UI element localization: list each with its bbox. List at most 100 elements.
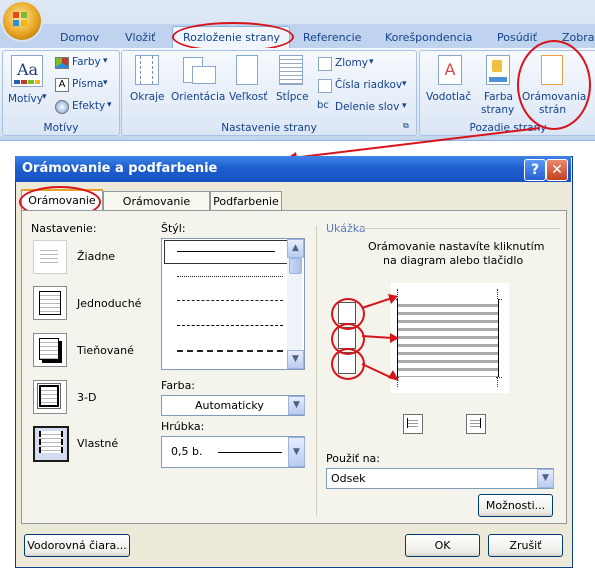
watermark-button[interactable]: Vodotlač [426, 91, 471, 103]
tab-vlozit[interactable]: Vložiť [125, 28, 155, 48]
office-logo-icon [13, 12, 27, 26]
tab-referencie[interactable]: Referencie [303, 28, 361, 48]
group-themes-label: Motívy [43, 122, 79, 134]
tab-podfarbenie-label: Podfarbenie [213, 195, 279, 208]
page-color-button-line2[interactable]: strany [481, 104, 514, 116]
options-button-label: Možnosti... [485, 499, 546, 512]
close-button[interactable]: ✕ [546, 159, 568, 181]
close-icon: ✕ [551, 162, 563, 178]
style-label: Štýl: [161, 222, 186, 235]
annotation-arrows-preview [361, 294, 399, 381]
setting-3d-icon[interactable] [33, 380, 67, 414]
setting-none-icon[interactable] [33, 240, 67, 274]
line-numbers-button[interactable]: Čísla riadkov [335, 79, 402, 91]
ok-button-label: OK [434, 539, 451, 552]
setting-3d-label[interactable]: 3-D [77, 391, 96, 404]
tab-oramovanie-strany[interactable]: Orámovanie strany [103, 191, 210, 227]
color-dropdown-icon[interactable]: ▼ [288, 396, 305, 415]
preview-right-border-button[interactable] [466, 414, 486, 434]
tab-domov[interactable]: Domov [60, 28, 99, 48]
help-button[interactable]: ? [524, 159, 546, 181]
preview-label: Ukážka [326, 222, 366, 235]
width-dropdown-icon[interactable]: ▼ [288, 437, 305, 467]
cancel-button-label: Zrušiť [509, 539, 542, 552]
themes-dropdown-icon: ▾ [42, 92, 47, 102]
horizontal-line-button[interactable]: Vodorovná čiara... [24, 534, 130, 557]
setting-custom-label[interactable]: Vlastné [77, 437, 118, 450]
style-item-dash-dot[interactable] [177, 350, 283, 352]
tab-korespondencia[interactable]: Korešpondencia [385, 28, 472, 48]
columns-button[interactable]: Stĺpce [276, 91, 309, 103]
columns-icon [279, 55, 303, 85]
size-button[interactable]: Veľkosť [229, 91, 267, 103]
effects-dropdown-icon: ▾ [107, 100, 112, 110]
apply-to-value: Odsek [331, 472, 366, 485]
page-color-icon [486, 55, 510, 85]
tab-podfarbenie[interactable]: Podfarbenie [210, 191, 282, 211]
line-numbers-dropdown-icon: ▾ [402, 79, 407, 89]
annotation-ellipse-page-borders [517, 40, 591, 130]
style-item-dashed-short[interactable] [177, 300, 283, 301]
help-icon: ? [530, 162, 540, 178]
themes-icon: Aa [11, 55, 43, 87]
size-icon [236, 55, 258, 85]
watermark-icon: A [438, 55, 462, 85]
orientation-button[interactable]: Orientácia [171, 91, 225, 103]
setting-shadow-icon[interactable] [33, 333, 67, 367]
hyphenation-dropdown-icon: ▾ [402, 101, 407, 111]
scroll-down-icon[interactable]: ▼ [287, 350, 304, 369]
style-item-selected[interactable] [164, 240, 288, 264]
margins-button[interactable]: Okraje [130, 91, 164, 103]
hyphenation-button[interactable]: Delenie slov [335, 101, 399, 113]
setting-custom-icon[interactable] [33, 426, 69, 462]
color-select[interactable]: Automaticky ▼ [161, 395, 305, 416]
tab-posudit[interactable]: Posúdiť [497, 28, 537, 48]
preview-left-border-button[interactable] [403, 414, 423, 434]
breaks-dropdown-icon: ▾ [369, 57, 374, 67]
fonts-button[interactable]: Písma [72, 78, 103, 90]
style-item-dashed[interactable] [177, 325, 283, 326]
scroll-thumb[interactable] [289, 258, 302, 274]
line-numbers-icon [318, 79, 332, 93]
setting-none-label[interactable]: Žiadne [77, 250, 115, 263]
breaks-button[interactable]: Zlomy [335, 57, 368, 69]
breaks-icon [318, 57, 332, 71]
orientation-icon-landscape [192, 66, 216, 84]
themes-button[interactable]: Motívy [8, 93, 43, 105]
fonts-dropdown-icon: ▾ [103, 78, 108, 88]
scroll-up-icon[interactable]: ▲ [287, 239, 304, 258]
width-select[interactable]: 0,5 b. ▼ [161, 436, 305, 468]
color-value: Automaticky [195, 399, 264, 412]
cancel-button[interactable]: Zrušiť [488, 534, 563, 557]
preview-hint-line1: Orámovanie nastavíte kliknutím [368, 240, 545, 253]
style-item-dotted[interactable] [177, 276, 283, 277]
page-color-button-line1[interactable]: Farba [484, 91, 513, 103]
effects-button[interactable]: Efekty [72, 100, 105, 112]
width-label: Hrúbka: [161, 420, 205, 433]
width-value: 0,5 b. [171, 445, 203, 458]
settings-label: Nastavenie: [31, 222, 97, 235]
apply-to-select[interactable]: Odsek ▼ [326, 468, 554, 489]
dialog-title: Orámovanie a podfarbenie [22, 161, 218, 176]
width-sample-line [218, 452, 282, 453]
colors-dropdown-icon: ▾ [103, 56, 108, 66]
color-label: Farba: [161, 379, 196, 392]
colors-icon [55, 57, 69, 69]
preview-hint-line2: na diagram alebo tlačidlo [383, 254, 524, 267]
hyphenation-icon: bc [317, 100, 329, 111]
ok-button[interactable]: OK [405, 534, 480, 557]
effects-icon [55, 100, 69, 114]
preview-label-rule [362, 228, 560, 229]
apply-to-label: Použiť na: [326, 452, 381, 465]
fonts-icon: A [55, 78, 69, 92]
preview-diagram[interactable] [391, 283, 509, 393]
setting-box-label[interactable]: Jednoduché [77, 297, 141, 310]
column-separator [316, 226, 317, 516]
options-button[interactable]: Možnosti... [478, 494, 553, 517]
setting-shadow-label[interactable]: Tieňované [77, 344, 134, 357]
setting-box-icon[interactable] [33, 286, 67, 320]
apply-to-dropdown-icon[interactable]: ▼ [537, 469, 554, 488]
colors-button[interactable]: Farby [72, 56, 101, 68]
horizontal-line-button-label: Vodorovná čiara... [27, 539, 127, 552]
margins-icon [135, 55, 159, 85]
